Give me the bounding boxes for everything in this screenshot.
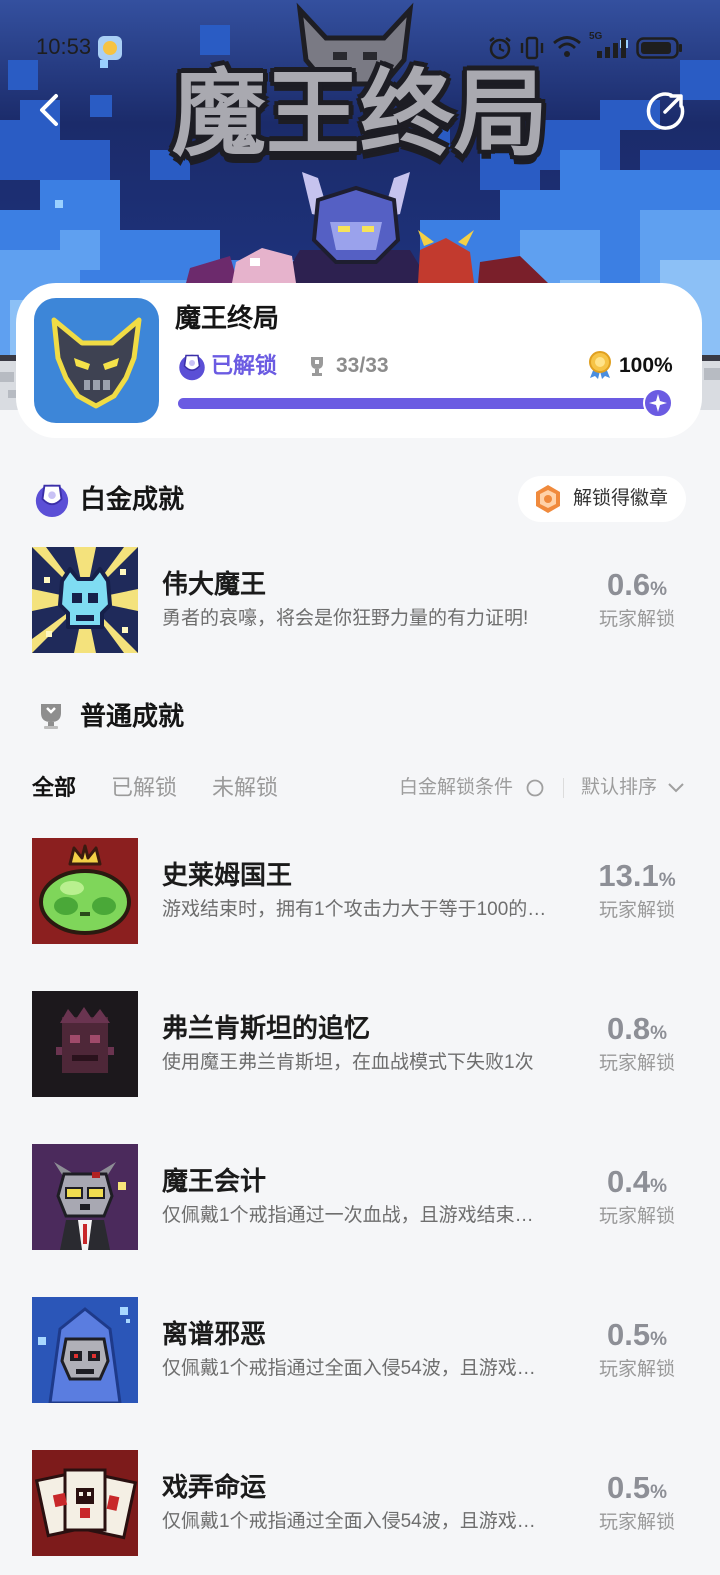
- weather-sun-icon: [98, 36, 122, 60]
- unlock-rate-caption: 玩家解锁: [598, 609, 675, 630]
- platinum-condition-toggle[interactable]: 白金解锁条件: [399, 773, 513, 803]
- unlock-rate: 13.1%: [567, 856, 707, 902]
- unlock-rate-caption: 玩家解锁: [598, 1206, 675, 1227]
- unlock-rate-caption: 玩家解锁: [598, 900, 675, 921]
- medal-icon: [589, 351, 611, 379]
- achievement-description: 仅佩戴1个戒指通过一次血战，且游戏结束…: [162, 1205, 534, 1226]
- tab-unlocked[interactable]: 已解锁: [111, 772, 177, 804]
- unlock-rate-unit: %: [658, 870, 676, 891]
- tab-locked[interactable]: 未解锁: [212, 772, 278, 804]
- absurd-evil-badge-image: [32, 1297, 138, 1403]
- chevron-left-icon[interactable]: [30, 90, 70, 130]
- achievement-description: 使用魔王弗兰肯斯坦，在血战模式下失败1次: [162, 1052, 534, 1073]
- achievement-item[interactable]: 戏弄命运 仅佩戴1个戒指通过全面入侵54波，且游戏… 0.5% 玩家解锁: [0, 1450, 720, 1556]
- status-time: 10:53: [36, 34, 92, 59]
- wifi-icon: [553, 36, 581, 57]
- slime-king-badge-image: [32, 838, 138, 944]
- trophy-count: 33/33: [336, 354, 389, 377]
- trophy-section-icon: [41, 704, 61, 729]
- badge-icon: [536, 485, 560, 513]
- great-demon-king-badge-image: [32, 547, 138, 653]
- achievement-title: 魔王会计: [162, 1166, 267, 1196]
- achievement-item[interactable]: 弗兰肯斯坦的追忆 使用魔王弗兰肯斯坦，在血战模式下失败1次 0.8% 玩家解锁: [0, 991, 720, 1097]
- signal-icon: [597, 38, 626, 58]
- unlock-rate: 0.8%: [567, 1009, 707, 1055]
- achievement-description: 仅佩戴1个戒指通过全面入侵54波，且游戏…: [162, 1511, 536, 1532]
- progress-fill: [178, 398, 658, 409]
- achievement-item[interactable]: 离谱邪恶 仅佩戴1个戒指通过全面入侵54波，且游戏… 0.5% 玩家解锁: [0, 1297, 720, 1403]
- unlock-rate-value: 0.8: [606, 1011, 651, 1046]
- chevron-down-icon[interactable]: [667, 782, 685, 794]
- game-logo-text: 魔王终局: [171, 61, 548, 166]
- completion-percent: 100%: [619, 354, 673, 377]
- game-icon: [34, 298, 159, 423]
- achievement-title: 史莱姆国王: [162, 860, 293, 890]
- achievement-description: 仅佩戴1个戒指通过全面入侵54波，且游戏…: [162, 1358, 536, 1379]
- unlock-rate: 0.5%: [567, 1468, 707, 1514]
- achievement-title: 戏弄命运: [162, 1472, 267, 1502]
- platinum-section-title: 白金成就: [80, 484, 185, 514]
- unlock-rate-value: 13.1: [598, 858, 659, 893]
- achievement-description: 勇者的哀嚎，将会是你狂野力量的有力证明!: [162, 608, 529, 629]
- platinum-achievement-item[interactable]: 伟大魔王 勇者的哀嚎，将会是你狂野力量的有力证明! 0.6% 玩家解锁: [0, 547, 720, 653]
- frankenstein-badge-image: [32, 991, 138, 1097]
- unlock-rate-caption: 玩家解锁: [598, 1512, 675, 1533]
- achievement-title: 离谱邪恶: [162, 1319, 267, 1349]
- unlock-rate: 0.6%: [567, 565, 707, 611]
- achievement-title: 伟大魔王: [162, 569, 267, 599]
- unlock-rate-unit: %: [650, 1023, 667, 1044]
- unlock-rate-value: 0.6: [606, 567, 651, 602]
- unlock-rate-value: 0.4: [606, 1164, 651, 1199]
- unlock-rate-unit: %: [650, 1176, 667, 1197]
- demon-accountant-badge-image: [32, 1144, 138, 1250]
- sort-dropdown[interactable]: 默认排序: [581, 773, 657, 803]
- unlock-rate-unit: %: [650, 579, 667, 600]
- battery-icon: [636, 37, 682, 59]
- normal-section-title: 普通成就: [80, 701, 185, 731]
- achievement-item[interactable]: 魔王会计 仅佩戴1个戒指通过一次血战，且游戏结束… 0.4% 玩家解锁: [0, 1144, 720, 1250]
- achievement-item[interactable]: 史莱姆国王 游戏结束时，拥有1个攻击力大于等于100的… 13.1% 玩家解锁: [0, 838, 720, 944]
- unlock-badge-button[interactable]: 解锁得徽章: [518, 476, 686, 522]
- unlock-status: 已解锁: [211, 353, 278, 378]
- unlock-badge-label: 解锁得徽章: [573, 488, 669, 509]
- trophy-icon: [311, 357, 323, 376]
- unlock-rate: 0.4%: [567, 1162, 707, 1208]
- platinum-trophy-icon: [179, 354, 205, 381]
- filter-divider: [563, 778, 564, 798]
- vibrate-icon: [520, 36, 544, 60]
- progress-star-icon: [643, 388, 673, 418]
- unlock-rate-caption: 玩家解锁: [598, 1359, 675, 1380]
- achievement-title: 弗兰肯斯坦的追忆: [162, 1013, 371, 1043]
- game-summary-card: 魔王终局 已解锁 33/33 100%: [16, 283, 702, 438]
- game-title: 魔王终局: [175, 303, 280, 333]
- alarm-icon: [489, 37, 511, 60]
- tab-all[interactable]: 全部: [32, 772, 76, 804]
- radio-circle-icon[interactable]: [526, 779, 544, 797]
- unlock-rate-unit: %: [650, 1482, 667, 1503]
- platinum-section-icon: [35, 484, 69, 518]
- unlock-rate-value: 0.5: [606, 1317, 651, 1352]
- unlock-rate: 0.5%: [567, 1315, 707, 1361]
- mocking-fate-badge-image: [32, 1450, 138, 1556]
- achievement-description: 游戏结束时，拥有1个攻击力大于等于100的…: [162, 899, 547, 920]
- unlock-rate-unit: %: [650, 1329, 667, 1350]
- progress-track: [178, 388, 673, 418]
- unlock-rate-value: 0.5: [606, 1470, 651, 1505]
- share-icon[interactable]: [645, 90, 687, 132]
- unlock-rate-caption: 玩家解锁: [598, 1053, 675, 1074]
